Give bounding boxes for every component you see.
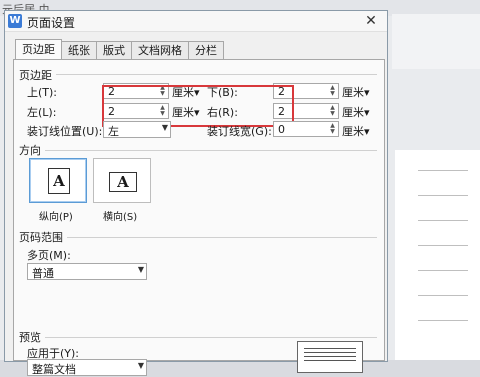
background-text-line (418, 270, 468, 271)
left-margin-label: 左(L): (27, 106, 57, 119)
multiple-pages-select[interactable]: 普通 ▼ (27, 263, 147, 280)
tab-document-grid[interactable]: 文档网格 (131, 41, 189, 59)
wps-app-icon: W (8, 14, 22, 28)
multiple-pages-label: 多页(M): (27, 249, 71, 262)
bottom-margin-unit[interactable]: 厘米▾ (342, 84, 370, 100)
background-text-line (418, 295, 468, 296)
background-text-line (418, 220, 468, 221)
page-range-section-label: 页码范围 (19, 229, 67, 245)
apply-to-value: 整篇文档 (32, 363, 76, 376)
preview-text-line (304, 352, 356, 353)
page-setup-dialog: W 页面设置 ✕ 页边距 纸张 版式 文档网格 分栏 页边距 上(T): 2 ▲… (4, 10, 388, 376)
background-text-line (418, 170, 468, 171)
chevron-down-icon: ▼ (161, 123, 168, 132)
background-text-line (418, 195, 468, 196)
top-margin-label: 上(T): (27, 86, 58, 99)
multiple-pages-value: 普通 (32, 267, 54, 280)
right-margin-unit[interactable]: 厘米▾ (342, 104, 370, 120)
background-panel (392, 14, 480, 69)
spinner-arrows-icon[interactable]: ▲ ▼ (328, 123, 337, 135)
tab-layout[interactable]: 版式 (96, 41, 132, 59)
orientation-section-label: 方向 (19, 142, 45, 158)
dialog-titlebar: W 页面设置 ✕ (5, 11, 387, 32)
landscape-label: 横向(S) (103, 212, 138, 223)
section-divider (45, 150, 377, 151)
margins-section-label: 页边距 (19, 67, 56, 83)
portrait-option[interactable]: A (29, 158, 87, 203)
background-page (395, 150, 480, 360)
portrait-label: 纵向(P) (39, 212, 73, 223)
apply-to-select[interactable]: 整篇文档 ▼ (27, 359, 147, 376)
preview-text-line (304, 360, 356, 361)
dialog-title: 页面设置 (27, 16, 76, 30)
gutter-position-value: 左 (108, 125, 119, 138)
close-button[interactable]: ✕ (363, 13, 379, 29)
gutter-width-value: 0 (278, 123, 285, 136)
preview-text-line (304, 348, 356, 349)
section-divider (55, 74, 377, 75)
gutter-position-select[interactable]: 左 ▼ (103, 121, 171, 138)
spinner-arrows-icon[interactable]: ▲ ▼ (328, 105, 337, 117)
section-divider (45, 337, 377, 338)
chevron-down-icon: ▼ (137, 265, 144, 274)
portrait-page-icon: A (48, 168, 70, 194)
preview-section-label: 预览 (19, 329, 45, 345)
tab-bar: 页边距 纸张 版式 文档网格 分栏 (15, 39, 224, 60)
background-text-line (418, 320, 468, 321)
gutter-width-unit[interactable]: 厘米▾ (342, 123, 370, 139)
tab-paper[interactable]: 纸张 (61, 41, 97, 59)
gutter-width-spinner[interactable]: 0 ▲ ▼ (273, 121, 339, 137)
tab-margins[interactable]: 页边距 (15, 39, 62, 59)
gutter-position-label: 装订线位置(U): (27, 125, 103, 138)
landscape-page-icon: A (109, 172, 137, 192)
background-text-line (418, 245, 468, 246)
gutter-width-label: 装订线宽(G): (207, 125, 272, 138)
section-divider (67, 237, 377, 238)
preview-text-line (304, 356, 356, 357)
spinner-arrows-icon[interactable]: ▲ ▼ (328, 85, 337, 97)
tab-columns[interactable]: 分栏 (188, 41, 224, 59)
chevron-down-icon: ▼ (137, 361, 144, 370)
preview-page-thumbnail (297, 341, 363, 373)
landscape-option[interactable]: A (93, 158, 151, 203)
